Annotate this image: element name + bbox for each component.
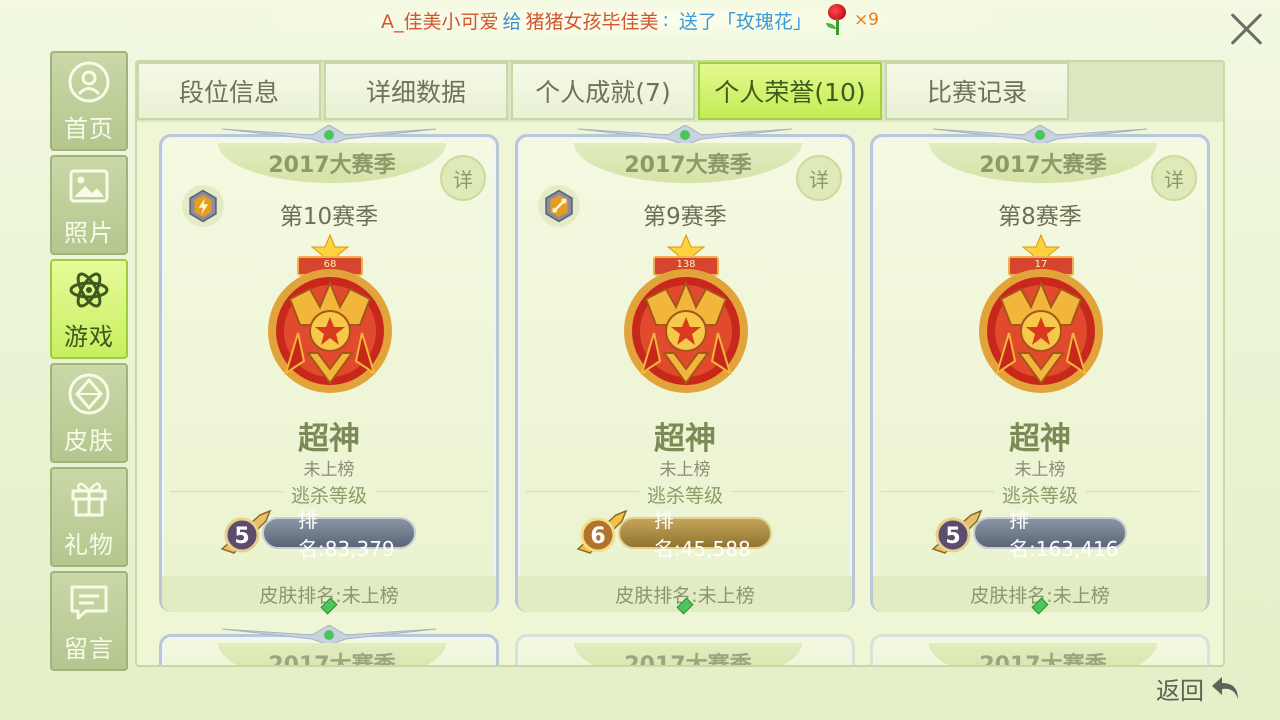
tier-name: 超神 — [654, 421, 716, 457]
wing-ornament — [222, 125, 436, 145]
sidebar-item-game[interactable]: 游戏 — [50, 259, 128, 359]
sidebar-item-label: 游戏 — [64, 322, 114, 351]
season-banner: 2017大赛季 — [218, 643, 446, 665]
season-banner: 2017大赛季 — [929, 643, 1157, 665]
atom-icon — [66, 267, 112, 313]
detail-button[interactable]: 详 — [1151, 155, 1197, 201]
sidebar: 首页 照片 游戏 皮肤 礼物 留言 — [50, 51, 128, 675]
back-button[interactable]: 返回 — [1156, 668, 1242, 708]
kill-level-number: 5 — [945, 524, 960, 549]
back-label: 返回 — [1156, 676, 1204, 705]
honor-card[interactable]: 2017大赛季 详 第8赛季 17 超神 未上榜 逃杀等级 排名:163,416… — [870, 125, 1210, 615]
kill-level-badge-icon: 5 — [931, 509, 983, 554]
sidebar-item-label: 皮肤 — [64, 426, 114, 455]
honor-card-partial[interactable]: 2017大赛季 — [870, 634, 1210, 665]
tab-achievements[interactable]: 个人成就(7) — [511, 62, 695, 120]
sidebar-item-home[interactable]: 首页 — [50, 51, 128, 151]
detail-button[interactable]: 详 — [796, 155, 842, 201]
close-icon[interactable] — [1226, 8, 1266, 48]
sidebar-item-gift[interactable]: 礼物 — [50, 467, 128, 567]
back-arrow-icon — [1212, 677, 1238, 699]
season-banner: 2017大赛季 — [929, 143, 1157, 183]
tier-name: 超神 — [298, 421, 360, 457]
rose-icon — [822, 3, 850, 37]
rank-text: 排名:83,379 — [298, 508, 395, 561]
gift-broadcast: A_佳美小可爱 给 猪猪女孩毕佳美 : 送了「玫瑰花」 ×9 — [270, 0, 990, 40]
tab-detailed-data[interactable]: 详细数据 — [324, 62, 508, 120]
season-title: 第10赛季 — [279, 204, 379, 230]
detail-button[interactable]: 详 — [440, 155, 486, 201]
photo-icon — [66, 163, 112, 209]
season-banner: 2017大赛季 — [218, 143, 446, 183]
medal-rank-number: 17 — [1034, 259, 1048, 270]
kill-level-badge-icon: 5 — [220, 509, 272, 554]
kill-level-badge-icon: 6 — [576, 509, 628, 554]
wing-ornament — [933, 125, 1147, 145]
rank-text: 排名:45,588 — [654, 508, 751, 561]
wing-ornament — [222, 625, 436, 645]
leaderboard-status: 未上榜 — [1014, 460, 1066, 480]
medal-rank-number: 68 — [323, 259, 337, 270]
sidebar-item-label: 礼物 — [64, 530, 114, 559]
rank-pill: 排名:163,416 — [973, 508, 1127, 561]
honor-card-partial[interactable]: 2017大赛季 — [159, 625, 499, 665]
sidebar-item-message[interactable]: 留言 — [50, 571, 128, 671]
home-icon — [66, 59, 112, 105]
broadcast-verb: 给 — [502, 10, 522, 33]
broadcast-count: ×9 — [853, 10, 879, 30]
broadcast-colon: : — [662, 9, 669, 31]
message-icon — [66, 579, 112, 625]
sidebar-item-photo[interactable]: 照片 — [50, 155, 128, 255]
leaderboard-status: 未上榜 — [303, 460, 355, 480]
tab-honors[interactable]: 个人荣誉(10) — [698, 62, 882, 120]
medal-rank-number: 138 — [676, 259, 696, 270]
tier-name: 超神 — [1009, 421, 1071, 457]
honor-card[interactable]: 2017大赛季 详 第9赛季 138 超神 未上榜 逃杀等级 排名:45,588… — [515, 125, 855, 615]
sidebar-item-label: 首页 — [64, 114, 114, 143]
rank-pill: 排名:83,379 — [262, 508, 416, 561]
diamond-icon — [66, 371, 112, 417]
tab-bar: 段位信息 详细数据 个人成就(7) 个人荣誉(10) 比赛记录 — [137, 62, 1069, 120]
kill-level-number: 5 — [234, 524, 249, 549]
wing-ornament — [578, 125, 792, 145]
sidebar-item-label: 照片 — [64, 218, 114, 247]
broadcast-sender[interactable]: A_佳美小可爱 — [381, 7, 499, 34]
honor-panel: 段位信息 详细数据 个人成就(7) 个人荣誉(10) 比赛记录 2017大赛季 … — [135, 60, 1225, 667]
broadcast-gift-text: 送了「玫瑰花」 — [678, 10, 812, 33]
gift-icon — [66, 475, 112, 521]
kill-level-number: 6 — [590, 524, 605, 549]
honor-card-partial[interactable]: 2017大赛季 — [515, 634, 855, 665]
season-title: 第8赛季 — [998, 204, 1082, 230]
sidebar-item-skin[interactable]: 皮肤 — [50, 363, 128, 463]
tab-rank-info[interactable]: 段位信息 — [137, 62, 321, 120]
season-title: 第9赛季 — [643, 204, 727, 230]
honor-cards: 2017大赛季 详 第10赛季 68 超神 未上榜 逃杀等级 排名:83,379… — [137, 122, 1223, 665]
broadcast-receiver[interactable]: 猪猪女孩毕佳美 — [526, 7, 659, 34]
rank-pill: 排名:45,588 — [618, 508, 772, 561]
tab-match-history[interactable]: 比赛记录 — [885, 62, 1069, 120]
honor-card[interactable]: 2017大赛季 详 第10赛季 68 超神 未上榜 逃杀等级 排名:83,379… — [159, 125, 499, 615]
season-banner: 2017大赛季 — [574, 643, 802, 665]
season-banner: 2017大赛季 — [574, 143, 802, 183]
rank-text: 排名:163,416 — [1009, 508, 1119, 561]
leaderboard-status: 未上榜 — [659, 460, 711, 480]
sidebar-item-label: 留言 — [64, 634, 114, 663]
